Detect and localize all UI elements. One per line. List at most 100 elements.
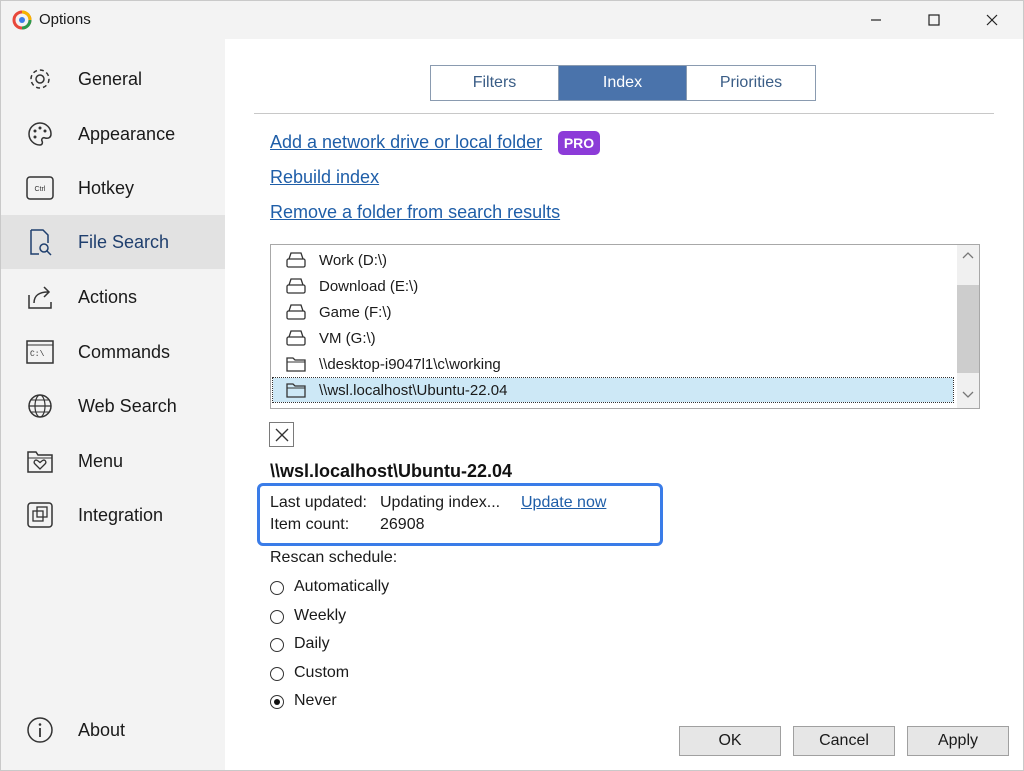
radio-button[interactable] [270,638,284,652]
index-status-box [257,483,663,546]
svg-text:C:\: C:\ [30,350,45,359]
main-content: Filters Index Priorities Add a network d… [225,39,1023,770]
radio-never[interactable]: Never [270,692,570,714]
keyboard-ctrl-icon: Ctrl [26,174,54,202]
maximize-button[interactable] [905,1,963,39]
window-title: Options [39,11,91,28]
radio-automatically[interactable]: Automatically [270,578,570,600]
list-item-label: Game (F:\) [319,303,392,321]
radio-button[interactable] [270,581,284,595]
scrollbar[interactable] [957,245,979,408]
list-item-label: \\wsl.localhost\Ubuntu-22.04 [319,381,508,399]
folder-icon [286,357,306,372]
folder-icon [286,383,306,398]
add-folder-link[interactable]: Add a network drive or local folder [270,132,542,153]
list-item[interactable]: VM (G:\) [273,326,953,350]
close-icon [986,14,998,26]
scrollbar-thumb[interactable] [957,285,979,373]
chevron-up-icon [962,252,974,259]
list-item[interactable]: Work (D:\) [273,248,953,272]
sidebar-item-label: Web Search [78,395,177,416]
sidebar-item-integration[interactable]: Integration [1,488,225,542]
info-icon [26,716,54,744]
sidebar-item-file-search[interactable]: File Search [1,215,225,269]
radio-label: Custom [294,664,350,681]
sidebar-item-label: Menu [78,450,124,471]
drive-icon [286,304,306,320]
remove-folder-link[interactable]: Remove a folder from search results [270,202,560,223]
sidebar-item-general[interactable]: General [1,52,225,106]
options-window: Options General Appearance Ctrl Hotkey F… [0,0,1024,771]
sidebar-item-hotkey[interactable]: Ctrl Hotkey [1,161,225,215]
list-item[interactable]: Game (F:\) [273,300,953,324]
maximize-icon [928,14,940,26]
radio-button[interactable] [270,667,284,681]
sidebar-item-label: Actions [78,286,138,307]
list-item-selected[interactable]: \\wsl.localhost\Ubuntu-22.04 [272,377,954,403]
sidebar-item-label: Integration [78,504,164,525]
palette-icon [26,120,54,148]
radio-button-checked[interactable] [270,695,284,709]
list-item-label: Work (D:\) [319,251,388,269]
radio-custom[interactable]: Custom [270,664,570,686]
drive-icon [286,278,306,294]
radio-dot [274,699,280,705]
sidebar-item-menu[interactable]: Menu [1,434,225,488]
sidebar-item-actions[interactable]: Actions [1,270,225,324]
tab-filters[interactable]: Filters [431,66,559,100]
item-count-value: 26908 [380,516,425,533]
cancel-button[interactable]: Cancel [793,726,895,756]
chevron-down-icon [962,391,974,398]
share-icon [26,283,54,311]
remove-folder-button[interactable] [269,422,294,447]
last-updated-label: Last updated: [270,494,367,511]
apply-button[interactable]: Apply [907,726,1009,756]
sidebar-item-about[interactable]: About [1,703,225,757]
sidebar-item-label: About [78,719,126,740]
sidebar-item-label: Hotkey [78,177,135,198]
drive-icon [286,252,306,268]
sidebar: General Appearance Ctrl Hotkey File Sear… [1,39,225,770]
svg-text:Ctrl: Ctrl [35,186,46,193]
sidebar-item-web-search[interactable]: Web Search [1,379,225,433]
sidebar-item-label: Appearance [78,123,176,144]
sidebar-item-commands[interactable]: C:\ Commands [1,325,225,379]
selected-folder-title: \\wsl.localhost\Ubuntu-22.04 [270,461,513,481]
list-item[interactable]: \\desktop-i9047l1\c\working [273,352,953,376]
list-item-label: Download (E:\) [319,277,419,295]
pro-badge: PRO [558,131,600,155]
sidebar-item-appearance[interactable]: Appearance [1,107,225,161]
ok-button[interactable]: OK [679,726,781,756]
globe-icon [26,392,54,420]
tab-index[interactable]: Index [559,66,687,100]
list-item-label: VM (G:\) [319,329,376,347]
minimize-icon [871,19,881,21]
folder-list[interactable]: Work (D:\) Download (E:\) Game (F:\) VM … [270,244,980,409]
rebuild-index-link[interactable]: Rebuild index [270,167,379,188]
title-bar: Options [1,1,1023,39]
radio-label: Daily [294,635,330,652]
last-updated-value: Updating index... [380,494,501,511]
file-search-icon [26,228,54,256]
list-item-label: \\desktop-i9047l1\c\working [319,355,501,373]
update-now-link[interactable]: Update now [521,494,606,512]
radio-daily[interactable]: Daily [270,635,570,657]
app-icon [12,10,32,30]
terminal-icon: C:\ [26,338,54,366]
item-count-label: Item count: [270,516,350,533]
radio-label: Never [294,692,337,709]
radio-label: Automatically [294,578,390,595]
sidebar-item-label: Commands [78,341,171,362]
divider [254,113,994,114]
minimize-button[interactable] [847,1,905,39]
sidebar-item-label: General [78,68,143,89]
tab-priorities[interactable]: Priorities [687,66,815,100]
close-button[interactable] [963,1,1021,39]
radio-button[interactable] [270,610,284,624]
heart-folder-icon [26,447,54,475]
list-item[interactable]: Download (E:\) [273,274,953,298]
close-icon [275,428,288,441]
rescan-schedule-label: Rescan schedule: [270,549,398,566]
radio-weekly[interactable]: Weekly [270,607,570,629]
drive-icon [286,330,306,346]
